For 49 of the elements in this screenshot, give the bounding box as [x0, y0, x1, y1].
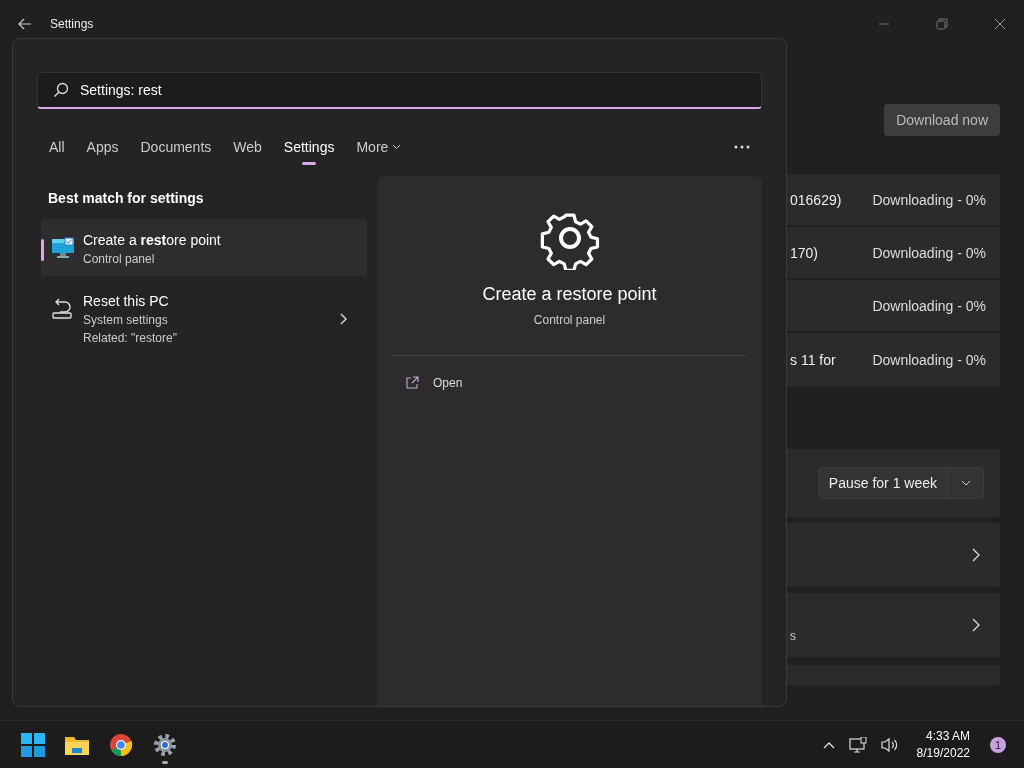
window-title: Settings [50, 17, 94, 31]
chevron-icon [972, 548, 980, 562]
option-text: s [790, 629, 796, 643]
section-heading: Best match for settings [47, 189, 205, 208]
update-status: Downloading - 0% [872, 191, 986, 208]
result-item[interactable]: Reset this PC System settings Related: "restore" [41, 280, 367, 355]
chevron-icon [972, 618, 980, 632]
update-status: Downloading - 0% [872, 352, 986, 368]
preview-title: Create a restore point [482, 284, 657, 305]
result-subtitle: System settings [83, 313, 169, 327]
caret-icon [392, 144, 402, 150]
reset-icon [51, 298, 75, 320]
search-field[interactable]: Settings: rest [37, 72, 762, 109]
preview-subtitle: Control panel [533, 313, 606, 327]
filter-tab[interactable]: Documents [140, 133, 212, 161]
result-title: Reset this PC [83, 293, 170, 309]
external-link-icon [405, 376, 419, 390]
result-related: Related: "restore" [83, 331, 178, 345]
browser-icon[interactable] [109, 732, 133, 757]
download-button[interactable]: Download now [884, 104, 1000, 136]
update-name: s 11 for [790, 351, 837, 369]
update-name: 170) [790, 243, 820, 262]
clock-time[interactable]: 4:33 AM [925, 729, 970, 743]
clock-date[interactable]: 8/19/2022 [916, 746, 970, 760]
caret-icon [960, 480, 971, 486]
network-icon[interactable] [848, 736, 867, 753]
volume-icon[interactable] [880, 736, 899, 753]
notification-badge[interactable]: 1 [990, 736, 1006, 753]
result-title: Create a restore point [83, 232, 222, 248]
filter-tab[interactable]: Web [233, 133, 262, 161]
close-icon[interactable] [994, 18, 1006, 30]
filter-tab[interactable]: All [49, 133, 65, 161]
open-action[interactable]: Open [393, 376, 475, 390]
caret-up-icon[interactable] [822, 740, 835, 749]
monitor-icon [51, 237, 75, 259]
filter-tab[interactable]: More [356, 133, 402, 161]
update-status: Downloading - 0% [872, 244, 986, 261]
more-options-icon[interactable] [734, 145, 750, 149]
update-status: Downloading - 0% [872, 297, 986, 314]
result-subtitle: Control panel [83, 252, 156, 266]
update-name: 016629) [790, 190, 843, 209]
result-item[interactable]: Create a restore point Control panel [41, 219, 367, 276]
start-icon[interactable] [21, 732, 45, 757]
search-icon [53, 82, 69, 98]
gear-icon[interactable] [153, 732, 177, 757]
restore-icon[interactable] [936, 18, 948, 30]
back-icon[interactable] [18, 18, 32, 30]
chevron-icon [340, 313, 347, 325]
filter-tab[interactable]: Apps [86, 133, 119, 161]
